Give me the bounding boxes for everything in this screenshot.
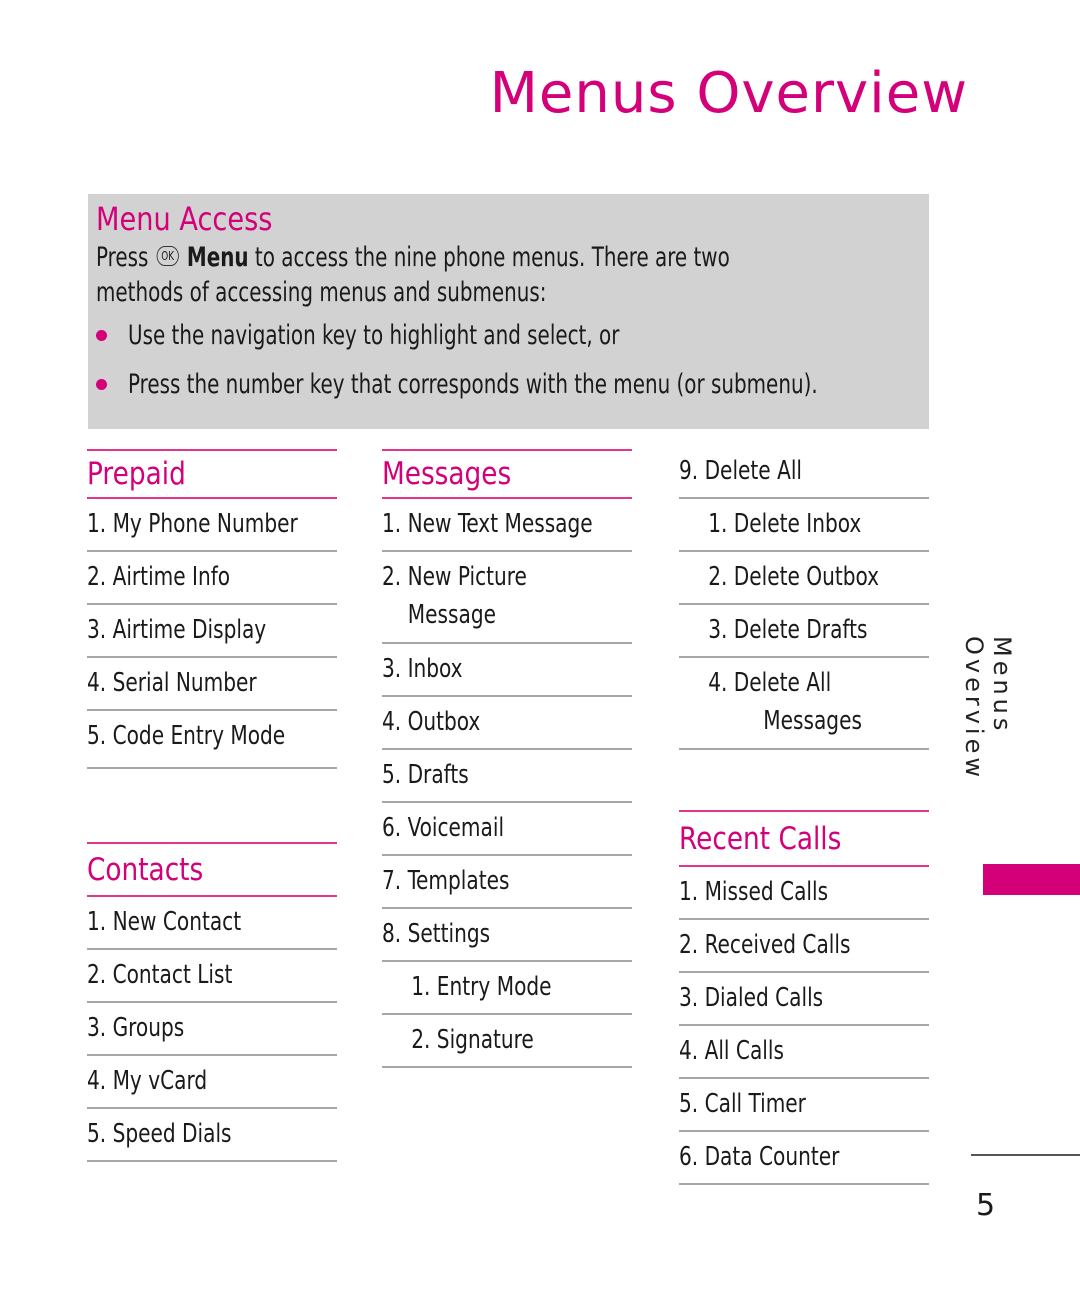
item-text: 5. Drafts	[382, 760, 469, 790]
page-title: Menus Overview	[489, 61, 968, 126]
list-item: 2. Contact List	[87, 950, 337, 1003]
item-text: 3. Groups	[87, 1013, 185, 1043]
contacts-heading: Contacts	[87, 842, 337, 897]
bullet-text: Press the number key that corresponds wi…	[128, 369, 818, 400]
item-text: 1. My Phone Number	[87, 509, 298, 539]
list-item: 3. Airtime Display	[87, 605, 337, 658]
side-tab-marker	[983, 864, 1080, 895]
list-item: 4. Serial Number	[87, 658, 337, 711]
page-number: 5	[976, 1188, 996, 1223]
item-text: 1. New Contact	[87, 907, 242, 937]
item-text-line2: Messages	[763, 706, 862, 736]
contacts-heading-text: Contacts	[87, 851, 204, 888]
messages-heading-text: Messages	[382, 456, 512, 492]
item-text: 1. Entry Mode	[411, 972, 552, 1002]
messages-heading: Messages	[382, 449, 632, 499]
item-text: 3. Delete Drafts	[708, 615, 868, 645]
item-text: 2. Airtime Info	[87, 562, 231, 592]
item-text: 4. Outbox	[382, 707, 481, 737]
item-text: 7. Templates	[382, 866, 510, 896]
item-text: 3. Inbox	[382, 654, 463, 684]
access-methods-list: Use the navigation key to highlight and …	[96, 318, 921, 402]
side-section-label: Menus Overview	[960, 636, 1016, 781]
item-text: 1. New Text Message	[382, 509, 593, 539]
list-subitem: 1. Entry Mode	[382, 962, 632, 1015]
contacts-section: Contacts 1. New Contact 2. Contact List …	[87, 842, 337, 1162]
list-item: 2. Received Calls	[679, 920, 929, 973]
intro-line2: methods of accessing menus and submenus:	[96, 277, 547, 308]
list-item: 1. My Phone Number	[87, 499, 337, 552]
item-text: 2. Signature	[411, 1025, 534, 1055]
intro-menu-bold: Menu	[186, 242, 249, 273]
footer-divider	[971, 1154, 1080, 1156]
ok-key-icon: OK	[156, 245, 179, 266]
item-text: 8. Settings	[382, 919, 491, 949]
list-item: 2. Airtime Info	[87, 552, 337, 605]
list-item: 4. All Calls	[679, 1026, 929, 1079]
item-text: 9. Delete All	[679, 456, 803, 486]
intro-press: Press	[96, 242, 149, 273]
list-item: 1. New Contact	[87, 897, 337, 950]
bullet-text: Use the navigation key to highlight and …	[128, 320, 620, 351]
list-item: 5. Drafts	[382, 750, 632, 803]
list-item: 5. Call Timer	[679, 1079, 929, 1132]
bullet-dot-icon	[96, 330, 107, 341]
list-item: 6. Data Counter	[679, 1132, 929, 1185]
bullet-item: Press the number key that corresponds wi…	[96, 367, 921, 402]
list-subitem: 4. Delete All Messages	[679, 658, 929, 750]
list-item: 1. New Text Message	[382, 499, 632, 552]
menu-access-intro: Press OK Menu to access the nine phone m…	[96, 240, 773, 310]
list-item: 9. Delete All	[679, 446, 929, 499]
item-text: 3. Airtime Display	[87, 615, 267, 645]
list-item: 5. Speed Dials	[87, 1109, 337, 1162]
list-subitem: 2. Delete Outbox	[679, 552, 929, 605]
item-text: 2. New Picture	[382, 562, 527, 592]
list-item: 7. Templates	[382, 856, 632, 909]
item-text: 4. Delete All	[708, 668, 832, 698]
bullet-dot-icon	[96, 379, 107, 390]
item-text: 4. My vCard	[87, 1066, 208, 1096]
delete-all-section: 9. Delete All 1. Delete Inbox 2. Delete …	[679, 446, 929, 750]
intro-rest: to access the nine phone menus. There ar…	[248, 242, 730, 273]
list-subitem: 3. Delete Drafts	[679, 605, 929, 658]
list-item: 4. My vCard	[87, 1056, 337, 1109]
recent-calls-heading: Recent Calls	[679, 810, 929, 867]
menu-access-box: Menu Access Press OK Menu to access the …	[88, 194, 929, 429]
item-text: 1. Delete Inbox	[708, 509, 862, 539]
item-text: 1. Missed Calls	[679, 877, 829, 907]
item-text: 2. Delete Outbox	[708, 562, 880, 592]
list-item: 5. Code Entry Mode	[87, 711, 337, 769]
list-subitem: 1. Delete Inbox	[679, 499, 929, 552]
list-item: 3. Inbox	[382, 644, 632, 697]
list-item: 3. Groups	[87, 1003, 337, 1056]
item-text: 2. Received Calls	[679, 930, 851, 960]
list-item: 6. Voicemail	[382, 803, 632, 856]
item-text-line2: Message	[407, 600, 496, 630]
prepaid-heading-text: Prepaid	[87, 456, 186, 492]
prepaid-heading: Prepaid	[87, 449, 337, 499]
item-text: 6. Voicemail	[382, 813, 505, 843]
recent-calls-section: Recent Calls 1. Missed Calls 2. Received…	[679, 810, 929, 1185]
list-item: 3. Dialed Calls	[679, 973, 929, 1026]
item-text: 5. Code Entry Mode	[87, 721, 286, 751]
item-text: 5. Call Timer	[679, 1089, 806, 1119]
item-text: 2. Contact List	[87, 960, 233, 990]
item-text: 3. Dialed Calls	[679, 983, 824, 1013]
prepaid-section: Prepaid 1. My Phone Number 2. Airtime In…	[87, 449, 337, 769]
list-item: 1. Missed Calls	[679, 867, 929, 920]
list-subitem: 2. Signature	[382, 1015, 632, 1068]
menu-access-heading: Menu Access	[96, 200, 273, 238]
item-text: 5. Speed Dials	[87, 1119, 232, 1149]
list-item: 8. Settings	[382, 909, 632, 962]
list-item: 4. Outbox	[382, 697, 632, 750]
item-text: 4. All Calls	[679, 1036, 784, 1066]
item-text: 6. Data Counter	[679, 1142, 840, 1172]
item-text: 4. Serial Number	[87, 668, 257, 698]
recent-calls-heading-text: Recent Calls	[679, 820, 842, 857]
list-item: 2. New Picture Message	[382, 552, 632, 644]
bullet-item: Use the navigation key to highlight and …	[96, 318, 921, 353]
messages-section: Messages 1. New Text Message 2. New Pict…	[382, 449, 632, 1068]
